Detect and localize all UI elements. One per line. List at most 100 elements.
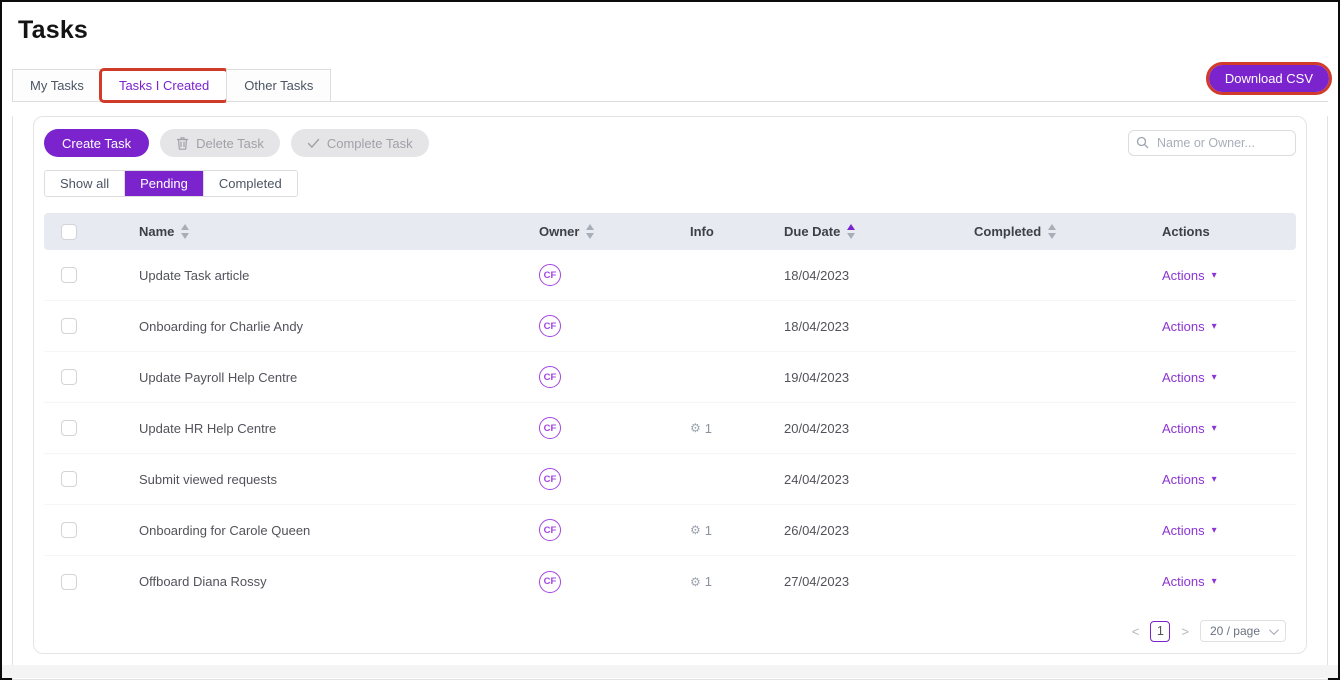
owner-avatar[interactable]: CF	[539, 417, 561, 439]
table-row: Onboarding for Charlie Andy CF ⚙ 18/04/2…	[44, 301, 1296, 352]
table-body: Update Task article CF ⚙ 18/04/2023	[44, 250, 1296, 607]
row-checkbox[interactable]	[61, 574, 77, 590]
tab-my-tasks-label: My Tasks	[30, 78, 84, 93]
owner-avatar[interactable]: CF	[539, 315, 561, 337]
sort-icon-completed[interactable]	[1048, 224, 1056, 239]
table-row: Update HR Help Centre CF ⚙ 1 20/04/2023	[44, 403, 1296, 454]
row-checkbox[interactable]	[61, 471, 77, 487]
tab-other-tasks[interactable]: Other Tasks	[226, 69, 331, 102]
page-bottom-margin	[2, 665, 1338, 678]
complete-task-label: Complete Task	[327, 136, 413, 151]
owner-avatar[interactable]: CF	[539, 519, 561, 541]
row-actions-dropdown[interactable]: Actions ▾	[1162, 319, 1217, 334]
table-header: Name Owner Info Due Date	[44, 213, 1296, 250]
table-row: Update Task article CF ⚙ 18/04/2023	[44, 250, 1296, 301]
due-date: 20/04/2023	[784, 421, 974, 436]
current-page-button[interactable]: 1	[1150, 621, 1170, 642]
check-icon	[307, 138, 320, 149]
info-badge: ⚙ 1	[690, 523, 712, 538]
delete-task-button[interactable]: Delete Task	[160, 129, 280, 157]
task-name: Update Task article	[139, 268, 539, 283]
highlight-box-download-csv: Download CSV	[1206, 62, 1332, 95]
chevron-down-icon: ▾	[1212, 576, 1217, 587]
info-count: 1	[705, 523, 712, 538]
task-name: Update HR Help Centre	[139, 421, 539, 436]
task-name: Update Payroll Help Centre	[139, 370, 539, 385]
row-actions-dropdown[interactable]: Actions ▾	[1162, 472, 1217, 487]
column-header-name[interactable]: Name	[139, 224, 174, 239]
chevron-down-icon: ▾	[1212, 321, 1217, 332]
table-row: Submit viewed requests CF ⚙ 24/04/2023	[44, 454, 1296, 505]
row-actions-dropdown[interactable]: Actions ▾	[1162, 523, 1217, 538]
owner-avatar[interactable]: CF	[539, 264, 561, 286]
filter-pending[interactable]: Pending	[125, 171, 204, 196]
sort-icon-name[interactable]	[181, 224, 189, 239]
row-actions-dropdown[interactable]: Actions ▾	[1162, 574, 1217, 589]
row-actions-dropdown[interactable]: Actions ▾	[1162, 370, 1217, 385]
owner-avatar[interactable]: CF	[539, 366, 561, 388]
row-checkbox[interactable]	[61, 267, 77, 283]
row-actions-label: Actions	[1162, 472, 1205, 487]
delete-task-label: Delete Task	[196, 136, 264, 151]
task-name: Offboard Diana Rossy	[139, 574, 539, 589]
due-date: 19/04/2023	[784, 370, 974, 385]
row-actions-label: Actions	[1162, 574, 1205, 589]
filter-show-all[interactable]: Show all	[45, 171, 125, 196]
row-checkbox[interactable]	[61, 522, 77, 538]
info-badge: ⚙ 1	[690, 574, 712, 589]
tab-content-panel: Create Task Delete Task Complete Task	[12, 116, 1328, 680]
table-row: Offboard Diana Rossy CF ⚙ 1 27/04/2023	[44, 556, 1296, 607]
toolbar: Create Task Delete Task Complete Task	[44, 129, 1296, 157]
table-row: Onboarding for Carole Queen CF ⚙ 1 26/04…	[44, 505, 1296, 556]
complete-task-button[interactable]: Complete Task	[291, 129, 429, 157]
row-checkbox[interactable]	[61, 369, 77, 385]
search-input[interactable]	[1128, 130, 1296, 156]
tab-my-tasks[interactable]: My Tasks	[12, 69, 102, 102]
row-actions-label: Actions	[1162, 370, 1205, 385]
create-task-button[interactable]: Create Task	[44, 129, 149, 157]
task-name: Onboarding for Charlie Andy	[139, 319, 539, 334]
row-checkbox[interactable]	[61, 318, 77, 334]
row-actions-label: Actions	[1162, 421, 1205, 436]
row-actions-label: Actions	[1162, 523, 1205, 538]
owner-avatar[interactable]: CF	[539, 468, 561, 490]
next-page-button[interactable]: >	[1179, 624, 1191, 639]
info-badge: ⚙ 1	[690, 421, 712, 436]
owner-avatar[interactable]: CF	[539, 571, 561, 593]
page-title: Tasks	[18, 16, 1330, 45]
page-size-value: 20 / page	[1210, 624, 1260, 638]
select-all-checkbox[interactable]	[61, 224, 77, 240]
chevron-down-icon: ▾	[1212, 372, 1217, 383]
task-name: Submit viewed requests	[139, 472, 539, 487]
chevron-down-icon: ▾	[1212, 270, 1217, 281]
page-size-select[interactable]: 20 / page	[1200, 620, 1286, 642]
due-date: 24/04/2023	[784, 472, 974, 487]
tab-other-tasks-label: Other Tasks	[244, 78, 313, 93]
row-actions-dropdown[interactable]: Actions ▾	[1162, 421, 1217, 436]
info-count: 1	[705, 421, 712, 436]
column-header-owner[interactable]: Owner	[539, 224, 579, 239]
due-date: 18/04/2023	[784, 319, 974, 334]
download-csv-button[interactable]: Download CSV	[1209, 65, 1329, 92]
sort-icon-due-date[interactable]	[847, 224, 855, 239]
tab-tasks-i-created[interactable]: Tasks I Created	[101, 69, 227, 102]
table-row: Update Payroll Help Centre CF ⚙ 19/04/20…	[44, 352, 1296, 403]
sort-icon-owner[interactable]	[586, 224, 594, 239]
prev-page-button[interactable]: <	[1130, 624, 1142, 639]
due-date: 26/04/2023	[784, 523, 974, 538]
trash-icon	[176, 136, 189, 150]
row-actions-dropdown[interactable]: Actions ▾	[1162, 268, 1217, 283]
chevron-down-icon	[1269, 625, 1279, 635]
filter-completed[interactable]: Completed	[204, 171, 297, 196]
column-header-completed[interactable]: Completed	[974, 224, 1041, 239]
tasks-card: Create Task Delete Task Complete Task	[33, 116, 1307, 654]
gear-icon: ⚙	[690, 421, 701, 435]
task-name: Onboarding for Carole Queen	[139, 523, 539, 538]
chevron-down-icon: ▾	[1212, 525, 1217, 536]
search-icon	[1136, 136, 1149, 154]
pagination: < 1 > 20 / page	[44, 620, 1286, 642]
column-header-due-date[interactable]: Due Date	[784, 224, 840, 239]
due-date: 27/04/2023	[784, 574, 974, 589]
info-count: 1	[705, 574, 712, 589]
row-checkbox[interactable]	[61, 420, 77, 436]
